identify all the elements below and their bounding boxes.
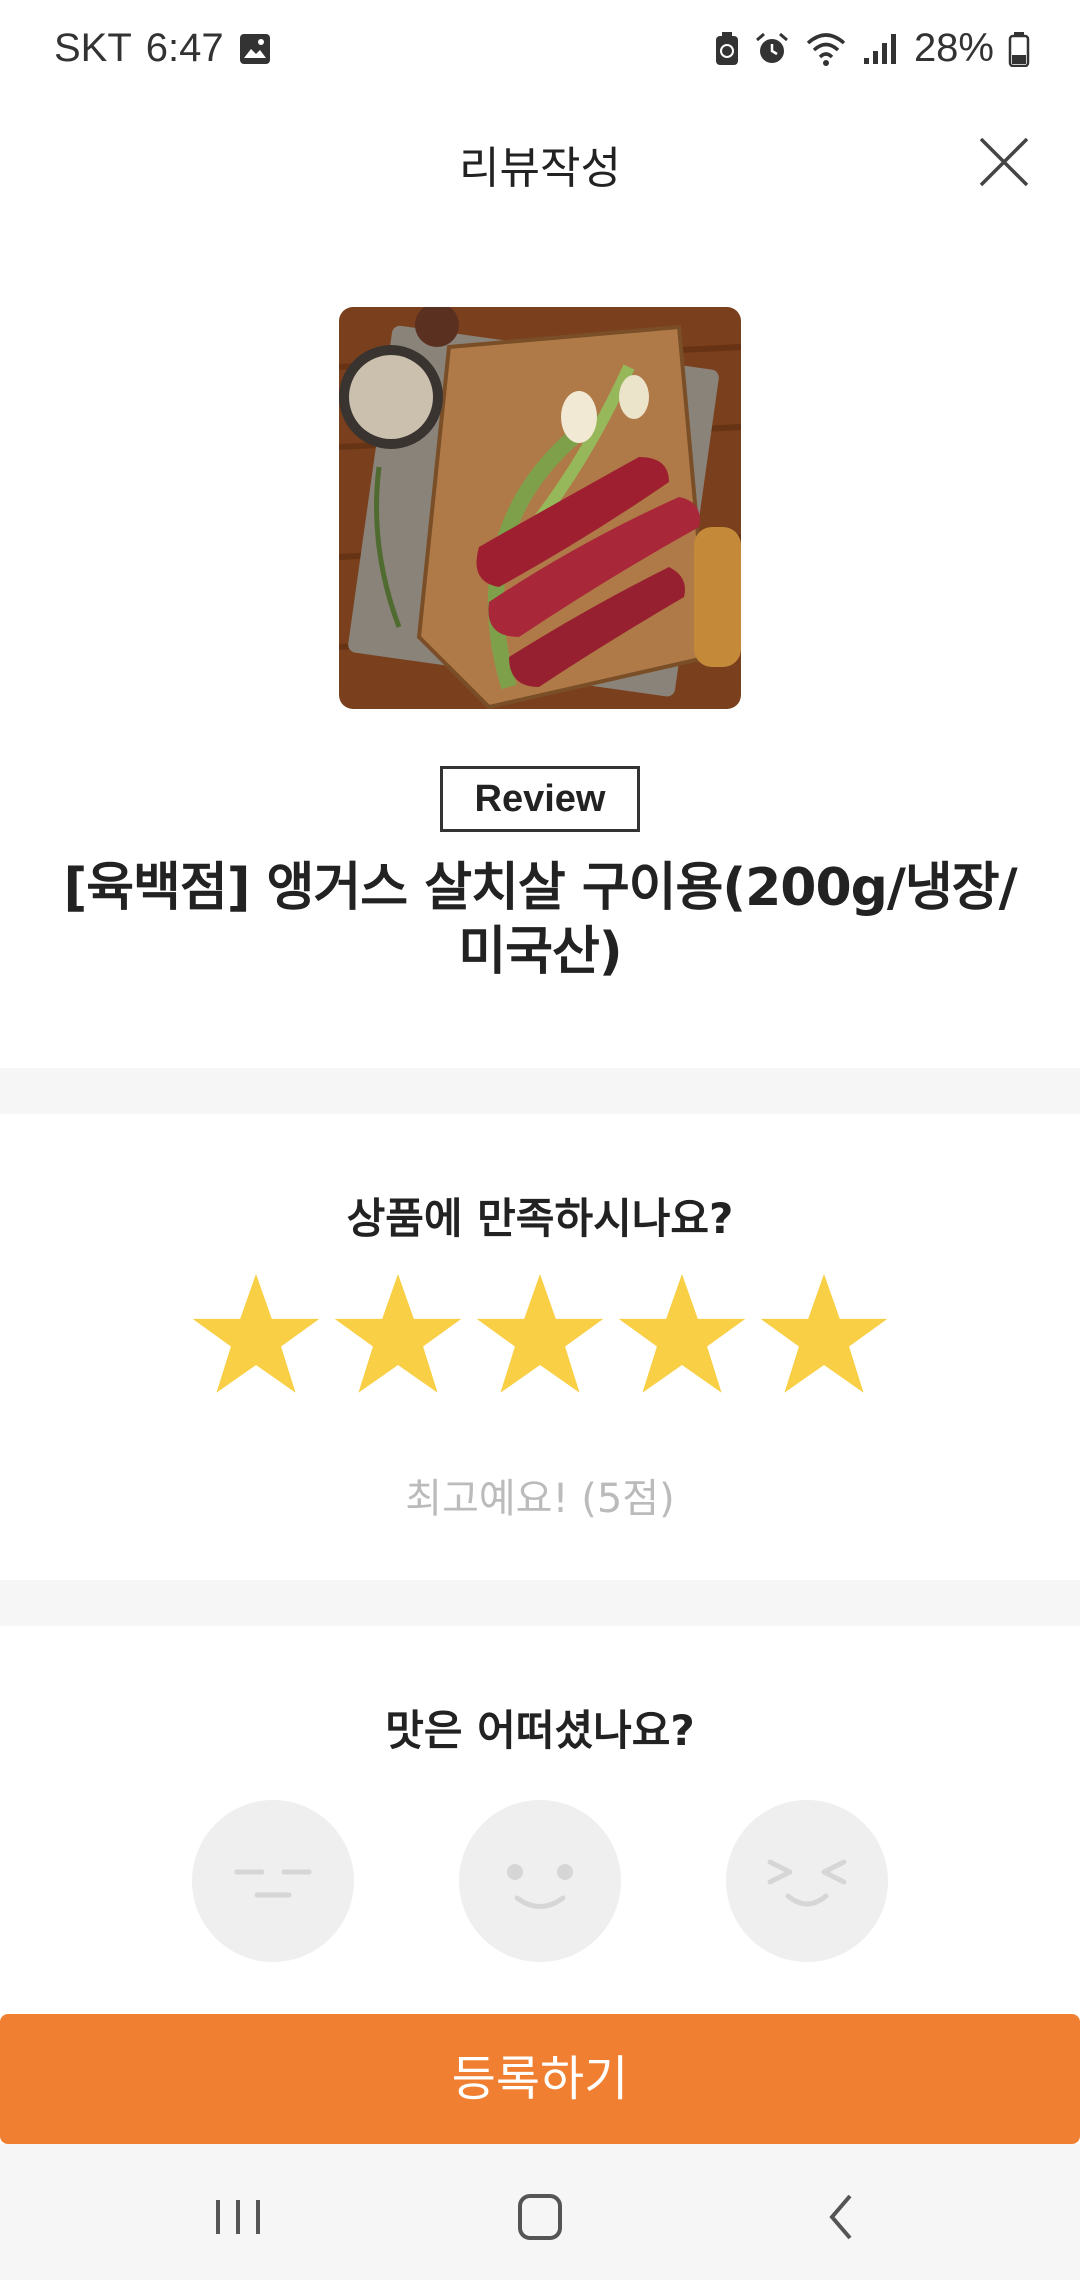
taste-question: 맛은 어떠셨나요? — [385, 1706, 695, 1755]
register-button[interactable]: 등록하기 — [0, 2014, 1080, 2144]
status-bar: SKT 6:47 28% — [0, 0, 1080, 110]
home-icon[interactable] — [510, 2192, 570, 2242]
taste-options — [192, 1800, 892, 1962]
status-right: 28% — [714, 26, 1030, 71]
neutral-face-icon[interactable] — [192, 1800, 354, 1962]
carrier: SKT — [54, 26, 132, 70]
product-image — [339, 307, 741, 709]
header: 리뷰작성 — [0, 110, 1080, 210]
star-icon-2[interactable] — [332, 1270, 464, 1402]
section-divider — [0, 1580, 1080, 1626]
gallery-icon — [239, 33, 270, 64]
star-icon-3[interactable] — [474, 1270, 606, 1402]
page-title: 리뷰작성 — [459, 143, 621, 194]
wifi-icon — [806, 32, 846, 66]
star-icon-1[interactable] — [190, 1270, 322, 1402]
star-icon-5[interactable] — [758, 1270, 890, 1402]
star-icon-4[interactable] — [616, 1270, 748, 1402]
product-name: [육백점] 앵거스 살치살 구이용(200g/냉장/미국산) — [63, 858, 1017, 982]
close-icon[interactable] — [978, 136, 1030, 188]
battery-percent: 28% — [913, 26, 994, 70]
rating-label: 최고예요! (5점) — [405, 1476, 675, 1522]
navigation-bar — [0, 2144, 1080, 2280]
battery-icon — [1008, 31, 1030, 67]
recent-apps-icon[interactable] — [208, 2192, 268, 2242]
status-left: SKT 6:47 — [54, 26, 272, 71]
star-rating[interactable] — [190, 1270, 890, 1410]
review-badge: Review — [440, 766, 640, 832]
battery-saver-icon — [715, 31, 738, 65]
section-divider — [0, 1068, 1080, 1114]
time: 6:47 — [145, 26, 224, 70]
back-icon[interactable] — [812, 2192, 872, 2242]
alarm-icon — [755, 32, 788, 63]
happy-face-icon[interactable] — [726, 1800, 888, 1962]
rating-question: 상품에 만족하시나요? — [346, 1194, 734, 1243]
signal-icon — [863, 33, 896, 64]
smile-face-icon[interactable] — [459, 1800, 621, 1962]
